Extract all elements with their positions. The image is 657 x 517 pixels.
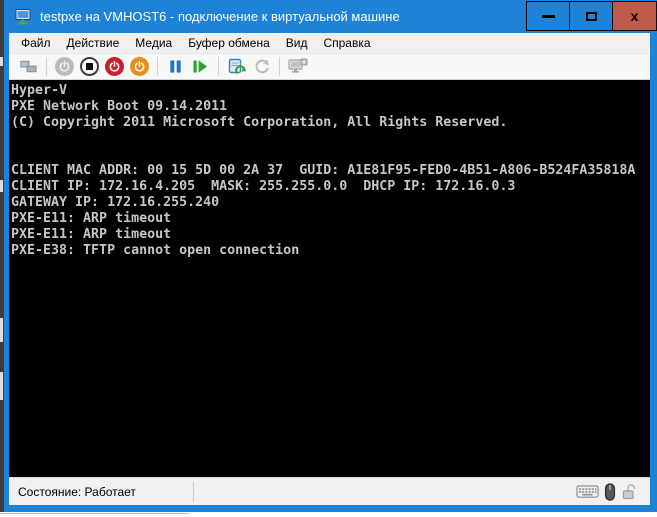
menu-help[interactable]: Справка	[315, 34, 378, 52]
vm-state-label: Состояние: Работает	[9, 485, 193, 499]
enhanced-session-button[interactable]	[285, 55, 310, 78]
window-controls: x	[527, 0, 657, 33]
maximize-icon	[586, 12, 597, 21]
start-button[interactable]	[52, 55, 77, 78]
close-button[interactable]: x	[612, 1, 657, 31]
statusbar-separator	[193, 482, 194, 502]
minimize-icon	[542, 15, 555, 18]
checkpoint-button[interactable]	[224, 55, 249, 78]
background-artifact	[0, 318, 3, 342]
console-line: PXE-E38: TFTP cannot open connection	[11, 243, 650, 259]
toolbar-separator	[218, 57, 219, 76]
close-icon: x	[631, 9, 639, 23]
console-line	[11, 131, 650, 147]
toolbar-separator	[157, 57, 158, 76]
mouse-icon	[604, 483, 616, 501]
window-client-area: Файл Действие Медиа Буфер обмена Вид Спр…	[4, 33, 657, 512]
console-line: GATEWAY IP: 172.16.255.240	[11, 195, 650, 211]
console-line: PXE-E11: ARP timeout	[11, 211, 650, 227]
shutdown-power-icon	[105, 57, 124, 76]
vm-console-screen[interactable]: Hyper-V PXE Network Boot 09.14.2011 (C) …	[9, 80, 650, 477]
toolbar	[9, 53, 650, 80]
pause-icon	[168, 59, 183, 74]
console-line: Hyper-V	[11, 83, 650, 99]
toolbar-separator	[279, 57, 280, 76]
statusbar-indicators	[576, 483, 637, 501]
ctrl-alt-del-icon	[19, 59, 38, 75]
console-line: CLIENT MAC ADDR: 00 15 5D 00 2A 37 GUID:…	[11, 163, 650, 179]
save-button[interactable]	[127, 55, 152, 78]
menu-clipboard[interactable]: Буфер обмена	[180, 34, 278, 52]
lock-open-icon	[621, 483, 637, 500]
ctrl-alt-del-button[interactable]	[16, 55, 41, 78]
console-line	[11, 147, 650, 163]
statusbar: Состояние: Работает	[9, 477, 650, 505]
pause-button[interactable]	[163, 55, 188, 78]
keyboard-icon	[576, 484, 599, 499]
vmconnect-window: testpxe на VMHOST6 - подключение к вирту…	[4, 0, 657, 512]
minimize-button[interactable]	[526, 1, 570, 31]
console-line: PXE-E11: ARP timeout	[11, 227, 650, 243]
enhanced-session-icon	[288, 58, 308, 75]
background-artifact	[0, 180, 3, 192]
console-line: (C) Copyright 2011 Microsoft Corporation…	[11, 115, 650, 131]
titlebar[interactable]: testpxe на VMHOST6 - подключение к вирту…	[4, 0, 657, 33]
console-line: CLIENT IP: 172.16.4.205 MASK: 255.255.0.…	[11, 179, 650, 195]
start-power-icon	[55, 57, 74, 76]
background-artifact	[0, 372, 3, 400]
menu-view[interactable]: Вид	[278, 34, 316, 52]
toolbar-separator	[46, 57, 47, 76]
menubar: Файл Действие Медиа Буфер обмена Вид Спр…	[9, 33, 650, 53]
revert-arrow-icon	[254, 59, 270, 75]
shut-down-button[interactable]	[102, 55, 127, 78]
window-title: testpxe на VMHOST6 - подключение к вирту…	[40, 9, 527, 24]
resume-icon	[192, 59, 209, 74]
turn-off-button[interactable]	[77, 55, 102, 78]
background-artifact	[0, 57, 3, 66]
save-power-icon	[130, 57, 149, 76]
menu-action[interactable]: Действие	[59, 34, 128, 52]
checkpoint-icon	[228, 58, 246, 76]
menu-media[interactable]: Медиа	[127, 34, 180, 52]
revert-button[interactable]	[249, 55, 274, 78]
maximize-button[interactable]	[569, 1, 613, 31]
vm-monitor-icon	[13, 7, 33, 27]
background-window-border	[0, 513, 190, 514]
resume-button[interactable]	[188, 55, 213, 78]
menu-file[interactable]: Файл	[13, 34, 59, 52]
console-line: PXE Network Boot 09.14.2011	[11, 99, 650, 115]
stop-icon	[80, 57, 99, 76]
